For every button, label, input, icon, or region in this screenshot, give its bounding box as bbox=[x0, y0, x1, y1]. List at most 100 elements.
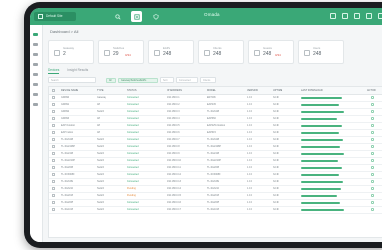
row-action-icon[interactable] bbox=[371, 103, 374, 106]
row-checkbox[interactable] bbox=[52, 208, 55, 211]
stat-value: 248 bbox=[313, 51, 322, 57]
sidebar-item-devices[interactable] bbox=[33, 63, 38, 66]
device-name[interactable]: GW992 bbox=[61, 108, 69, 115]
tab-devices[interactable]: Devices bbox=[48, 68, 60, 74]
settings-icon[interactable] bbox=[354, 13, 360, 19]
column-header[interactable]: STATUS bbox=[127, 87, 137, 94]
row-action-icon[interactable] bbox=[371, 208, 374, 211]
stat-card[interactable]: Users 248 bbox=[298, 40, 344, 64]
device-name[interactable]: TL-SG3210 bbox=[61, 185, 73, 192]
menu-icon[interactable] bbox=[378, 13, 382, 19]
sidebar-item-clients[interactable] bbox=[33, 73, 38, 76]
row-action-icon[interactable] bbox=[371, 166, 374, 169]
row-checkbox[interactable] bbox=[52, 173, 55, 176]
stat-card[interactable]: Guests 248 0/34 bbox=[248, 40, 294, 64]
filter-clients[interactable]: Clients bbox=[200, 77, 216, 83]
table-row[interactable]: TL-SG1016 Switch Connected 192.168.0.17 TL-S… bbox=[49, 206, 382, 214]
device-name[interactable]: TL-SG2210P bbox=[61, 157, 75, 164]
device-name[interactable]: GW991 bbox=[61, 101, 69, 108]
row-action-icon[interactable] bbox=[371, 110, 374, 113]
column-header[interactable]: UPTIME bbox=[273, 87, 282, 94]
row-checkbox[interactable] bbox=[52, 187, 55, 190]
device-name[interactable]: EAP Indoor bbox=[61, 129, 73, 136]
row-checkbox[interactable] bbox=[52, 96, 55, 99]
row-action-icon[interactable] bbox=[371, 145, 374, 148]
device-name[interactable]: TL-SG2428P bbox=[61, 143, 75, 150]
sidebar-item-dashboard[interactable] bbox=[33, 33, 38, 36]
tab-insight-results[interactable]: Insight Results bbox=[67, 68, 88, 74]
row-checkbox[interactable] bbox=[52, 131, 55, 134]
device-name[interactable]: GW993 bbox=[61, 115, 69, 122]
row-action-icon[interactable] bbox=[371, 96, 374, 99]
filter-chip-device-types[interactable]: Gateway/Switches/EAPs bbox=[118, 77, 158, 83]
row-action-icon[interactable] bbox=[371, 152, 374, 155]
row-checkbox[interactable] bbox=[52, 201, 55, 204]
row-checkbox[interactable] bbox=[52, 117, 55, 120]
site-selector[interactable]: Default Site bbox=[34, 12, 76, 21]
device-name[interactable]: TL-SG2016 bbox=[61, 192, 73, 199]
row-checkbox[interactable] bbox=[52, 180, 55, 183]
row-action-icon[interactable] bbox=[371, 187, 374, 190]
row-action-icon[interactable] bbox=[371, 138, 374, 141]
user-icon[interactable] bbox=[366, 13, 372, 19]
row-checkbox[interactable] bbox=[52, 124, 55, 127]
row-action-icon[interactable] bbox=[371, 194, 374, 197]
shield-icon bbox=[152, 13, 159, 20]
device-name[interactable]: TL-SG3452 bbox=[61, 178, 73, 185]
filter-connected[interactable]: Connected bbox=[176, 77, 198, 83]
filter-sort[interactable]: Sort bbox=[160, 77, 174, 83]
devices-button[interactable] bbox=[131, 11, 142, 22]
device-name[interactable]: GW990 bbox=[61, 94, 69, 101]
search-input[interactable]: Search bbox=[48, 77, 96, 83]
row-action-icon[interactable] bbox=[371, 180, 374, 183]
help-icon[interactable] bbox=[342, 13, 348, 19]
column-header[interactable]: DEVICE NAME bbox=[61, 87, 78, 94]
download-bar bbox=[301, 173, 340, 176]
row-action-icon[interactable] bbox=[371, 117, 374, 120]
row-checkbox[interactable] bbox=[52, 103, 55, 106]
sidebar-item-settings[interactable] bbox=[33, 103, 38, 106]
sidebar-item-map[interactable] bbox=[33, 53, 38, 56]
stat-card[interactable]: Switches 29 0/34 bbox=[98, 40, 144, 64]
column-header[interactable]: ACTION bbox=[367, 87, 376, 94]
device-name[interactable]: TL-SG2428 bbox=[61, 150, 73, 157]
stat-card[interactable]: EAPs 248 bbox=[148, 40, 194, 64]
search-button[interactable] bbox=[112, 11, 123, 22]
row-checkbox[interactable] bbox=[52, 138, 55, 141]
sidebar-item-insights[interactable] bbox=[33, 83, 38, 86]
device-name[interactable]: TL-SX3008F bbox=[61, 171, 75, 178]
row-checkbox[interactable] bbox=[52, 166, 55, 169]
column-header[interactable]: VERSION bbox=[247, 87, 258, 94]
stat-card[interactable]: Gateway 2 bbox=[48, 40, 94, 64]
device-status: Connected bbox=[127, 124, 139, 127]
row-action-icon[interactable] bbox=[371, 159, 374, 162]
stat-label: Users bbox=[313, 46, 321, 50]
device-model: EAP225-Outdoor bbox=[207, 124, 226, 127]
notification-icon[interactable] bbox=[330, 13, 336, 19]
column-header[interactable]: IP ADDRESS bbox=[167, 87, 182, 94]
shield-button[interactable] bbox=[150, 11, 161, 22]
device-name[interactable]: TL-SG2005 bbox=[61, 199, 73, 206]
row-checkbox[interactable] bbox=[52, 159, 55, 162]
row-action-icon[interactable] bbox=[371, 124, 374, 127]
sidebar-item-logs[interactable] bbox=[33, 93, 38, 96]
row-action-icon[interactable] bbox=[371, 201, 374, 204]
stat-card[interactable]: Clients 248 bbox=[198, 40, 244, 64]
filter-chip-all[interactable]: All bbox=[106, 77, 116, 83]
device-status: Connected bbox=[127, 208, 139, 211]
column-header[interactable]: LAST DOWNLOAD bbox=[301, 87, 323, 94]
row-checkbox[interactable] bbox=[52, 152, 55, 155]
column-header[interactable]: MODEL bbox=[207, 87, 216, 94]
row-action-icon[interactable] bbox=[371, 131, 374, 134]
column-header[interactable]: TYPE bbox=[97, 87, 104, 94]
row-checkbox[interactable] bbox=[52, 194, 55, 197]
row-checkbox[interactable] bbox=[52, 145, 55, 148]
sidebar-item-statistics[interactable] bbox=[33, 43, 38, 46]
row-checkbox[interactable] bbox=[52, 110, 55, 113]
row-action-icon[interactable] bbox=[371, 173, 374, 176]
select-all-checkbox[interactable] bbox=[52, 89, 55, 92]
device-name[interactable]: TL-SG1016 bbox=[61, 206, 73, 213]
device-name[interactable]: TL-SG3428 bbox=[61, 136, 73, 143]
device-name[interactable]: TL-SG2008 bbox=[61, 164, 73, 171]
device-name[interactable]: EAP Outdoor bbox=[61, 122, 75, 129]
